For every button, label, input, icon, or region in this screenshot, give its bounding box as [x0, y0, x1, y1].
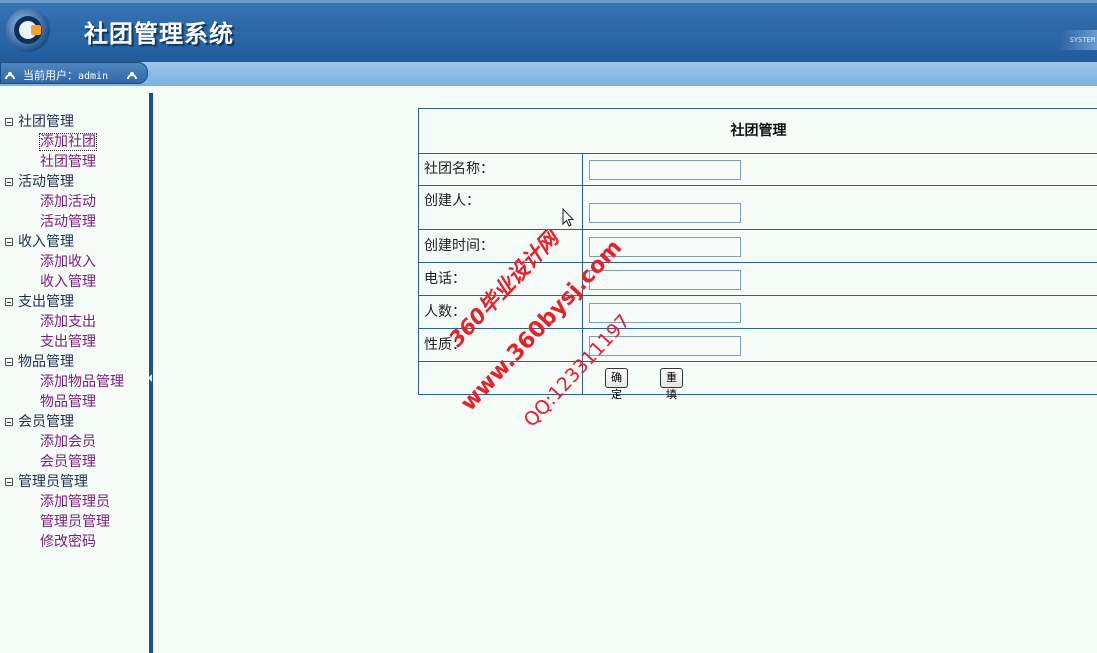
- form-row-phone: 电话：: [419, 263, 1097, 296]
- sidebar: 社团管理 添加社团 社团管理 活动管理 添加活动 活动管理 收入管理 添加收入 …: [0, 86, 149, 653]
- current-user-tab: 当前用户：admin: [0, 62, 148, 84]
- collapse-toggle-icon[interactable]: [5, 118, 13, 126]
- sidebar-item-add-expense[interactable]: 添加支出: [5, 312, 124, 332]
- form-row-count: 人数：: [419, 296, 1097, 329]
- app-header: 社团管理系统 SYSTEM: [0, 0, 1097, 62]
- club-name-input[interactable]: [589, 160, 741, 180]
- field-label: 性质：: [424, 337, 466, 353]
- form-row-created-time: 创建时间：: [419, 230, 1097, 263]
- member-count-input[interactable]: [589, 303, 741, 323]
- user-tab-right-icon: [127, 72, 137, 80]
- sidebar-item-change-password[interactable]: 修改密码: [5, 532, 124, 552]
- sidebar-item-expense-manage[interactable]: 支出管理: [5, 332, 124, 352]
- form-row-creator: 创建人：: [419, 186, 1097, 230]
- sidebar-item-admin-manage[interactable]: 管理员管理: [5, 512, 124, 532]
- field-cell: [582, 230, 741, 262]
- field-cell: [582, 263, 741, 295]
- field-cell: [582, 296, 741, 328]
- field-label: 创建时间：: [424, 238, 494, 254]
- sidebar-item-add-member[interactable]: 添加会员: [5, 432, 124, 452]
- nature-input[interactable]: [589, 336, 741, 356]
- group-label: 社团管理: [18, 114, 74, 130]
- sidebar-item-income-manage[interactable]: 收入管理: [5, 272, 124, 292]
- group-label: 管理员管理: [18, 474, 88, 490]
- club-form: 社团管理 社团名称： 创建人： 创建时间： 电话： 人数： 性质： 确定 重填: [418, 108, 1097, 401]
- field-cell: [582, 153, 741, 185]
- field-label: 社团名称：: [424, 161, 494, 177]
- mouse-cursor-icon: [562, 208, 574, 227]
- form-row-name: 社团名称：: [419, 153, 1097, 186]
- form-row-actions: 确定 重填: [419, 362, 1097, 401]
- sidebar-item-club-manage[interactable]: 社团管理: [5, 152, 124, 172]
- app-logo-icon: [6, 8, 50, 52]
- field-cell: [582, 329, 741, 361]
- collapse-toggle-icon[interactable]: [5, 478, 13, 486]
- group-label: 物品管理: [18, 354, 74, 370]
- group-label: 活动管理: [18, 174, 74, 190]
- current-username: admin: [78, 71, 109, 82]
- creator-input[interactable]: [589, 203, 741, 223]
- group-admin[interactable]: 管理员管理: [5, 472, 124, 492]
- field-cell: [582, 186, 741, 229]
- sidebar-item-add-goods[interactable]: 添加物品管理: [5, 372, 124, 392]
- app-title: 社团管理系统: [84, 20, 234, 48]
- group-activity[interactable]: 活动管理: [5, 172, 124, 192]
- form-title: 社团管理: [419, 109, 1097, 154]
- sidebar-item-activity-manage[interactable]: 活动管理: [5, 212, 124, 232]
- group-expense[interactable]: 支出管理: [5, 292, 124, 312]
- collapse-arrow-icon[interactable]: [148, 374, 152, 382]
- group-label: 收入管理: [18, 234, 74, 250]
- sidebar-item-add-income[interactable]: 添加收入: [5, 252, 124, 272]
- group-member[interactable]: 会员管理: [5, 412, 124, 432]
- submit-button[interactable]: 确定: [605, 368, 628, 401]
- actions-cell: 确定 重填: [582, 362, 683, 401]
- reset-button[interactable]: 重填: [660, 368, 683, 401]
- field-label: 人数：: [424, 304, 466, 320]
- user-tab-left-icon: [5, 72, 15, 80]
- sidebar-splitter[interactable]: [148, 93, 153, 653]
- form-row-nature: 性质：: [419, 329, 1097, 362]
- current-user-label: 当前用户：admin: [23, 69, 109, 82]
- collapse-toggle-icon[interactable]: [5, 418, 13, 426]
- field-label: 电话：: [424, 271, 466, 287]
- user-bar: 当前用户：admin: [0, 62, 1097, 86]
- system-mark: SYSTEM: [1059, 30, 1097, 50]
- group-income[interactable]: 收入管理: [5, 232, 124, 252]
- sidebar-item-add-club[interactable]: 添加社团: [5, 132, 124, 152]
- collapse-toggle-icon[interactable]: [5, 178, 13, 186]
- group-club[interactable]: 社团管理: [5, 112, 124, 132]
- sidebar-item-add-activity[interactable]: 添加活动: [5, 192, 124, 212]
- sidebar-item-goods-manage[interactable]: 物品管理: [5, 392, 124, 412]
- created-time-input[interactable]: [589, 237, 741, 257]
- phone-input[interactable]: [589, 270, 741, 290]
- header-topline: [0, 0, 1097, 3]
- group-label: 会员管理: [18, 414, 74, 430]
- group-label: 支出管理: [18, 294, 74, 310]
- sidebar-tree: 社团管理 添加社团 社团管理 活动管理 添加活动 活动管理 收入管理 添加收入 …: [5, 112, 124, 552]
- collapse-toggle-icon[interactable]: [5, 358, 13, 366]
- group-goods[interactable]: 物品管理: [5, 352, 124, 372]
- sidebar-item-member-manage[interactable]: 会员管理: [5, 452, 124, 472]
- collapse-toggle-icon[interactable]: [5, 298, 13, 306]
- collapse-toggle-icon[interactable]: [5, 238, 13, 246]
- field-label: 创建人：: [424, 193, 480, 209]
- sidebar-item-add-admin[interactable]: 添加管理员: [5, 492, 124, 512]
